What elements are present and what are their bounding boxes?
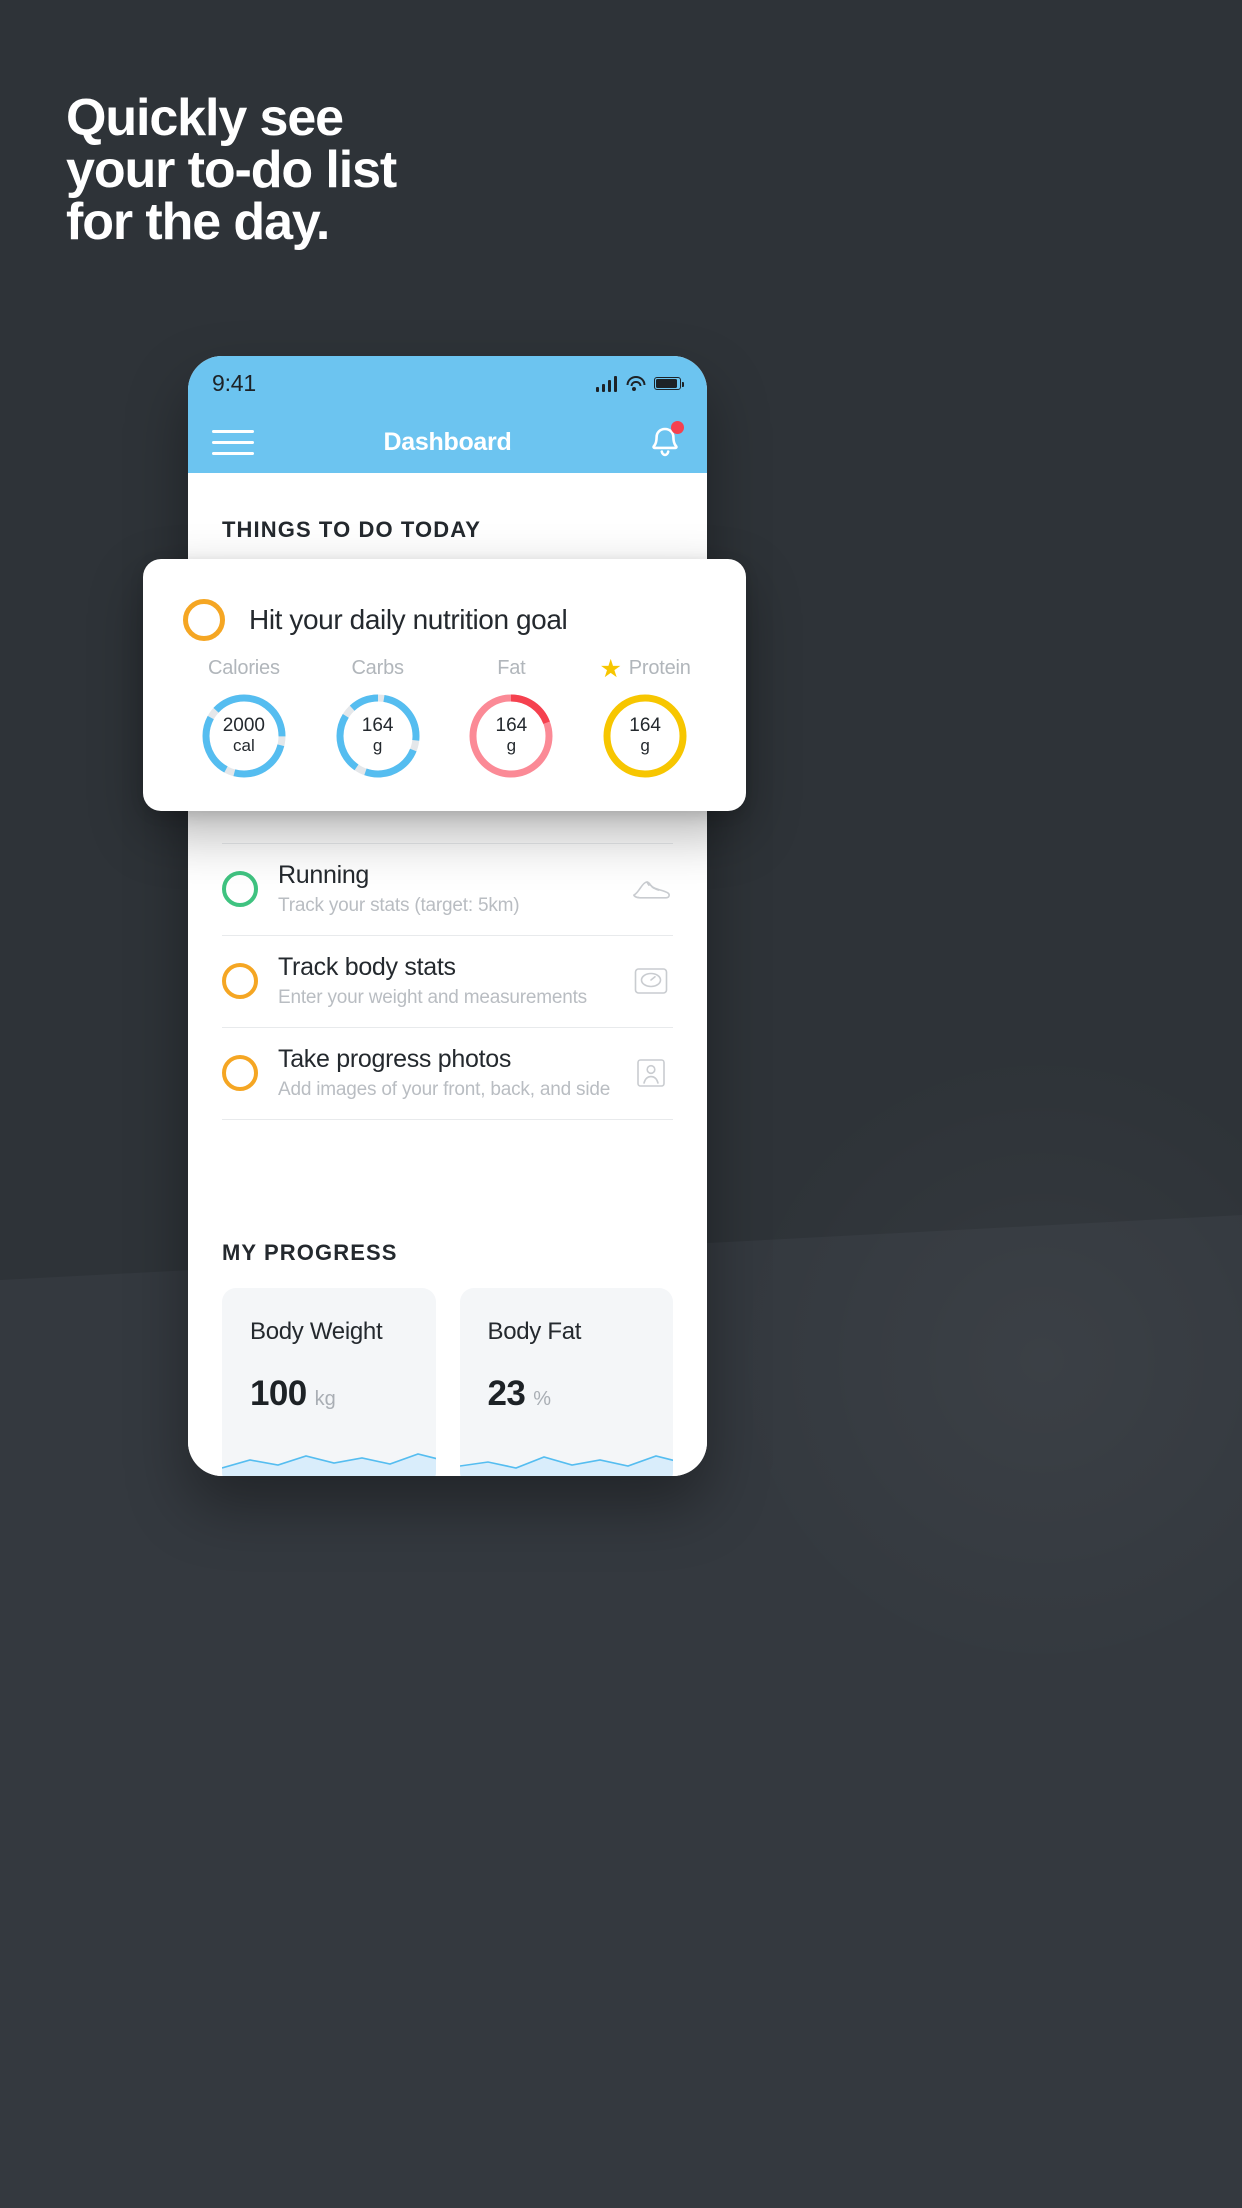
progress-card-number: 23: [487, 1374, 526, 1413]
task-row[interactable]: Running Track your stats (target: 5km): [222, 843, 673, 936]
nutrient-label: ★ Protein: [599, 654, 691, 683]
progress-photo-icon: [629, 1051, 673, 1095]
nutrient-donut-chart: 164 g: [601, 692, 689, 780]
nutrient-donut-chart: 2000 cal: [200, 692, 288, 780]
nutrient-unit: cal: [233, 736, 255, 755]
task-subtitle: Add images of your front, back, and side: [278, 1079, 611, 1100]
hamburger-menu-icon[interactable]: [212, 429, 254, 455]
nutrient-label-text: Protein: [628, 657, 691, 679]
progress-card-unit: %: [533, 1388, 552, 1410]
nutrient-donut-chart: 164 g: [334, 692, 422, 780]
task-row[interactable]: Track body stats Enter your weight and m…: [222, 936, 673, 1028]
nutrient-donut-chart: 164 g: [467, 692, 555, 780]
star-icon: ★: [599, 654, 622, 683]
circle-checkbox-icon[interactable]: [222, 962, 258, 999]
progress-card-value: 23 %: [488, 1374, 552, 1414]
progress-card[interactable]: Body Weight 100 kg: [222, 1288, 436, 1476]
circle-checkbox-icon[interactable]: [222, 870, 258, 907]
status-bar: 9:41: [188, 356, 707, 411]
nutrient-label: Fat: [497, 657, 525, 680]
headline-line-2: your to-do list: [66, 141, 397, 199]
nutrient-donut-center: 2000 cal: [200, 692, 288, 780]
notification-bell-icon[interactable]: [647, 421, 684, 461]
progress-card[interactable]: Body Fat 23 %: [459, 1288, 673, 1476]
progress-card-unit: kg: [314, 1388, 336, 1410]
nutrient-donut-center: 164 g: [334, 692, 422, 780]
status-bar-indicators: [595, 375, 685, 392]
task-row[interactable]: Take progress photos Add images of your …: [222, 1028, 673, 1120]
marketing-headline: Quickly see your to-do list for the day.: [66, 89, 397, 251]
nutrient-donut-center: 164 g: [601, 692, 689, 780]
sparkline-chart: [459, 1455, 673, 1476]
task-title: Running: [278, 861, 370, 889]
nutrient-item-calories[interactable]: Calories 2000 cal: [183, 657, 305, 780]
battery-icon: [654, 377, 685, 390]
wifi-icon: [626, 376, 645, 391]
status-bar-clock: 9:41: [212, 370, 256, 396]
task-list: Running Track your stats (target: 5km) T…: [188, 843, 707, 1120]
running-shoe-icon: [629, 867, 673, 911]
nutrition-card-title: Hit your daily nutrition goal: [249, 604, 568, 635]
nutrient-item-fat[interactable]: Fat 164 g: [450, 657, 572, 780]
progress-card-number: 100: [250, 1374, 307, 1413]
nutrient-donut-center: 164 g: [467, 692, 555, 780]
nutrient-item-protein[interactable]: ★ Protein 164 g: [584, 654, 706, 780]
nutrient-label-text: Calories: [207, 657, 280, 679]
nutrient-unit: g: [640, 736, 650, 755]
nutrient-item-carbs[interactable]: Carbs 164 g: [317, 657, 439, 780]
nutrition-card-header: Hit your daily nutrition goal: [143, 559, 746, 641]
progress-card-value: 100 kg: [250, 1374, 336, 1414]
sparkline-chart: [222, 1453, 436, 1476]
headline-line-3: for the day.: [66, 193, 330, 251]
progress-card-title: Body Fat: [487, 1318, 582, 1345]
task-subtitle: Track your stats (target: 5km): [278, 895, 520, 916]
weight-scale-icon: [629, 959, 673, 1003]
nutrient-label: Carbs: [351, 657, 404, 680]
progress-card-grid: Body Weight 100 kg Body Fat 23 %: [188, 1266, 707, 1476]
nutrient-value: 164: [361, 715, 394, 736]
task-text: Track body stats Enter your weight and m…: [278, 952, 629, 1009]
headline-line-1: Quickly see: [66, 89, 344, 147]
circle-checkbox-icon[interactable]: [222, 1054, 258, 1091]
nutrient-value: 164: [495, 715, 528, 736]
nutrient-label: Calories: [208, 657, 280, 680]
phone-mockup: 9:41 Dashboard THINGS TO DO TODAY Runnin…: [188, 356, 707, 1476]
task-title: Take progress photos: [278, 1045, 512, 1073]
circle-checkbox-icon[interactable]: [183, 599, 225, 641]
progress-card-title: Body Weight: [250, 1318, 383, 1345]
nutrient-label-text: Carbs: [351, 657, 404, 679]
nutrient-ring-group: Calories 2000 cal Carbs 164 g Fat 164 g …: [143, 641, 746, 780]
nutrition-goal-card[interactable]: Hit your daily nutrition goal Calories 2…: [143, 559, 746, 811]
app-navbar: Dashboard: [188, 411, 707, 473]
page-title: Dashboard: [383, 427, 512, 456]
section-title-todo: THINGS TO DO TODAY: [222, 517, 481, 542]
notification-badge: [671, 421, 684, 434]
task-subtitle: Enter your weight and measurements: [278, 987, 587, 1008]
nutrient-unit: g: [372, 736, 383, 755]
task-text: Running Track your stats (target: 5km): [278, 860, 629, 917]
nutrient-label-text: Fat: [497, 657, 526, 679]
nutrient-value: 164: [629, 715, 661, 736]
nutrient-value: 2000: [222, 715, 266, 736]
cellular-bars-icon: [595, 375, 617, 392]
nutrient-unit: g: [506, 736, 517, 755]
section-title-progress: MY PROGRESS: [222, 1240, 398, 1265]
task-title: Track body stats: [278, 953, 456, 981]
task-text: Take progress photos Add images of your …: [278, 1044, 629, 1101]
